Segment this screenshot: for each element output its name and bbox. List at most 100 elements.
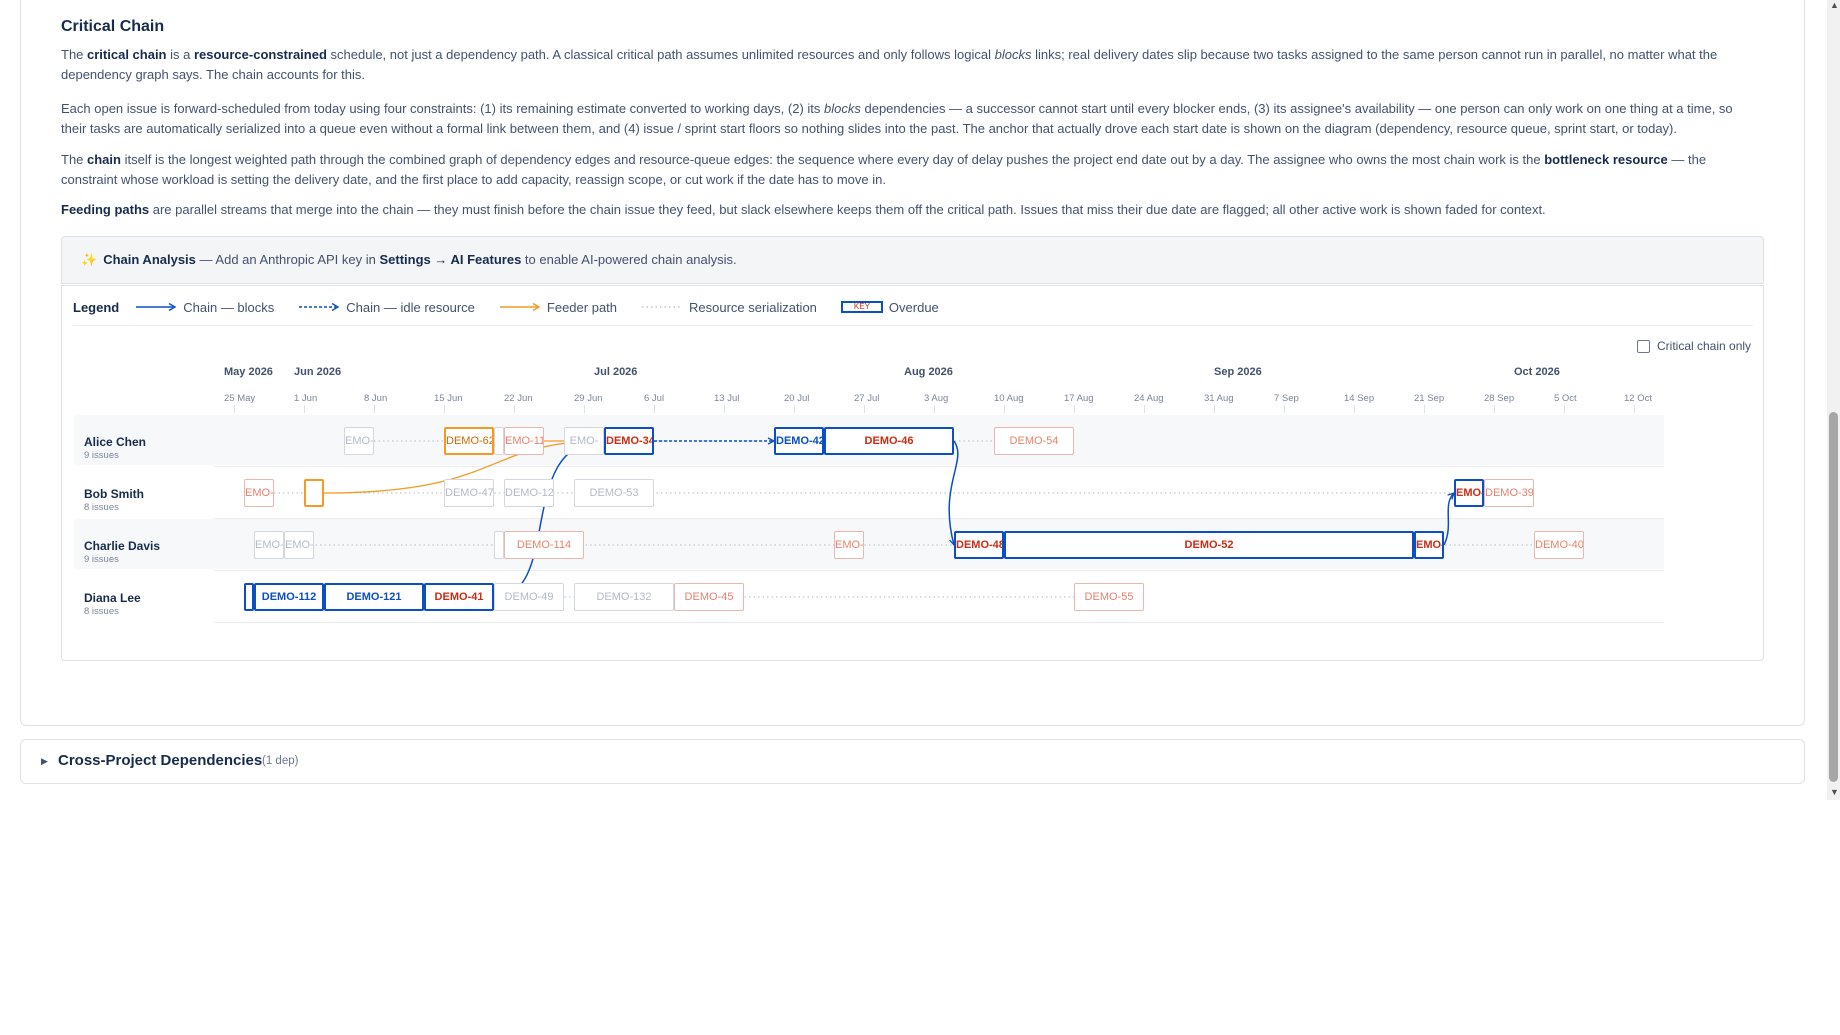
week-label: 17 Aug xyxy=(1064,393,1094,404)
issue-bar[interactable]: DEMO-40 xyxy=(1534,531,1584,559)
critical-chain-only-toggle[interactable]: Critical chain only xyxy=(1637,339,1751,353)
issue-bar[interactable]: DEMO-34 xyxy=(604,427,654,455)
lane-divider xyxy=(214,622,1664,623)
issue-bar[interactable]: EMO- xyxy=(244,479,274,507)
week-tick xyxy=(1494,405,1495,413)
settings-link[interactable]: Settings → AI Features xyxy=(379,252,521,267)
issue-bar[interactable]: EMO- xyxy=(344,427,374,455)
issue-bar[interactable]: DEMO-121 xyxy=(324,583,424,611)
week-tick xyxy=(444,405,445,413)
issue-bar[interactable]: EMO- xyxy=(1414,531,1444,559)
issue-bar[interactable]: DEMO-55 xyxy=(1074,583,1144,611)
week-label: 13 Jul xyxy=(714,393,740,404)
issue-bar[interactable]: DEMO-112 xyxy=(254,583,324,611)
cross-project-title[interactable]: Cross-Project Dependencies xyxy=(58,752,262,769)
chain-paragraph: The chain itself is the longest weighted… xyxy=(61,152,1707,187)
month-label: Aug 2026 xyxy=(904,366,953,378)
issue-bar[interactable]: EMO- xyxy=(564,427,604,455)
sparkle-icon: ✨ xyxy=(81,252,98,267)
issue-bar[interactable]: DEMO-62 xyxy=(444,427,494,455)
issue-bar[interactable]: DEMO-54 xyxy=(994,427,1074,455)
assignee-issue-count: 9 issues xyxy=(84,450,119,461)
week-label: 25 May xyxy=(224,393,256,404)
caret-right-icon[interactable]: ▶ xyxy=(41,756,48,767)
solid-arrow-icon xyxy=(136,302,177,312)
feeding-paragraph: Feeding paths are parallel streams that … xyxy=(61,202,1546,217)
assignee-name: Alice Chen xyxy=(84,435,147,449)
month-label: May 2026 xyxy=(224,366,273,378)
legend-divider xyxy=(73,325,1753,326)
week-tick xyxy=(654,405,655,413)
issue-bar[interactable] xyxy=(494,531,504,559)
week-label: 5 Oct xyxy=(1554,393,1577,404)
cross-project-count: (1 dep) xyxy=(262,755,299,767)
issue-bar[interactable]: DEMO-42 xyxy=(774,427,824,455)
issue-bar[interactable]: DEMO-49 xyxy=(494,583,564,611)
week-tick xyxy=(234,405,235,413)
issue-bar[interactable] xyxy=(494,427,504,455)
issue-bar[interactable]: DEMO-132 xyxy=(574,583,674,611)
assignee-issue-count: 8 issues xyxy=(84,606,119,617)
week-label: 20 Jul xyxy=(784,393,810,404)
legend-chain-idle: Chain — idle resource xyxy=(298,300,475,315)
issue-bar[interactable]: DEMO-45 xyxy=(674,583,744,611)
issue-bar[interactable]: DEMO-114 xyxy=(504,531,584,559)
week-tick xyxy=(304,405,305,413)
issue-bar[interactable]: EMO-1 xyxy=(284,531,314,559)
week-label: 27 Jul xyxy=(854,393,880,404)
legend-chain-blocks: Chain — blocks xyxy=(135,300,274,315)
intro-paragraph: The critical chain is a resource-constra… xyxy=(61,47,1718,82)
week-label: 28 Sep xyxy=(1484,393,1515,404)
issue-bar[interactable]: EMO- xyxy=(834,531,864,559)
scroll-up-icon[interactable]: ▲ xyxy=(1830,0,1839,10)
issue-bar[interactable]: DEMO-46 xyxy=(824,427,954,455)
week-tick xyxy=(1564,405,1565,413)
week-tick xyxy=(1424,405,1425,413)
issue-bar[interactable]: DEMO-12 xyxy=(504,479,554,507)
issue-bar[interactable]: DEMO-39 xyxy=(1484,479,1534,507)
issue-bar[interactable]: DEMO-47 xyxy=(444,479,494,507)
issue-bar[interactable]: DEMO-48 xyxy=(954,531,1004,559)
issue-bar[interactable]: DEMO-53 xyxy=(574,479,654,507)
week-tick xyxy=(1214,405,1215,413)
week-tick xyxy=(514,405,515,413)
issue-bar[interactable]: EMO- xyxy=(1454,479,1484,507)
week-tick xyxy=(1144,405,1145,413)
legend-title: Legend xyxy=(73,299,120,315)
week-tick xyxy=(864,405,865,413)
month-label: Sep 2026 xyxy=(1214,366,1262,378)
week-label: 8 Jun xyxy=(364,393,388,404)
dotted-line-icon xyxy=(642,306,682,308)
overdue-key-swatch: KEY xyxy=(840,301,883,313)
issue-bar[interactable]: EMO- xyxy=(254,531,284,559)
legend: Legend Chain — blocks Chain — idle resou… xyxy=(73,298,963,316)
week-label: 31 Aug xyxy=(1204,393,1234,404)
issue-bar[interactable]: DEMO-41 xyxy=(424,583,494,611)
week-tick xyxy=(374,405,375,413)
week-tick xyxy=(934,405,935,413)
month-label: Jun 2026 xyxy=(294,366,342,378)
week-label: 6 Jul xyxy=(644,393,665,404)
scrollbar-thumb[interactable] xyxy=(1829,412,1838,782)
issue-bar[interactable] xyxy=(304,479,324,507)
week-tick xyxy=(1634,405,1635,413)
week-label: 15 Jun xyxy=(434,393,463,404)
month-label: Oct 2026 xyxy=(1514,366,1560,378)
issue-bar[interactable]: DEMO-52 xyxy=(1004,531,1414,559)
issue-bar[interactable] xyxy=(244,583,254,611)
assignee-name: Diana Lee xyxy=(84,591,141,605)
feeder-arrow-icon xyxy=(499,302,541,312)
week-tick xyxy=(584,405,585,413)
week-label: 21 Sep xyxy=(1414,393,1445,404)
week-label: 3 Aug xyxy=(924,393,949,404)
week-tick xyxy=(1074,405,1075,413)
critical-chain-only-checkbox[interactable] xyxy=(1637,339,1650,353)
week-tick xyxy=(1354,405,1355,413)
scroll-down-icon[interactable]: ▼ xyxy=(1830,787,1839,797)
week-label: 1 Jun xyxy=(294,393,318,404)
issue-bar[interactable]: EMO-11 xyxy=(504,427,544,455)
week-label: 22 Jun xyxy=(504,393,533,404)
week-tick xyxy=(1004,405,1005,413)
week-label: 14 Sep xyxy=(1344,393,1375,404)
week-label: 29 Jun xyxy=(574,393,603,404)
